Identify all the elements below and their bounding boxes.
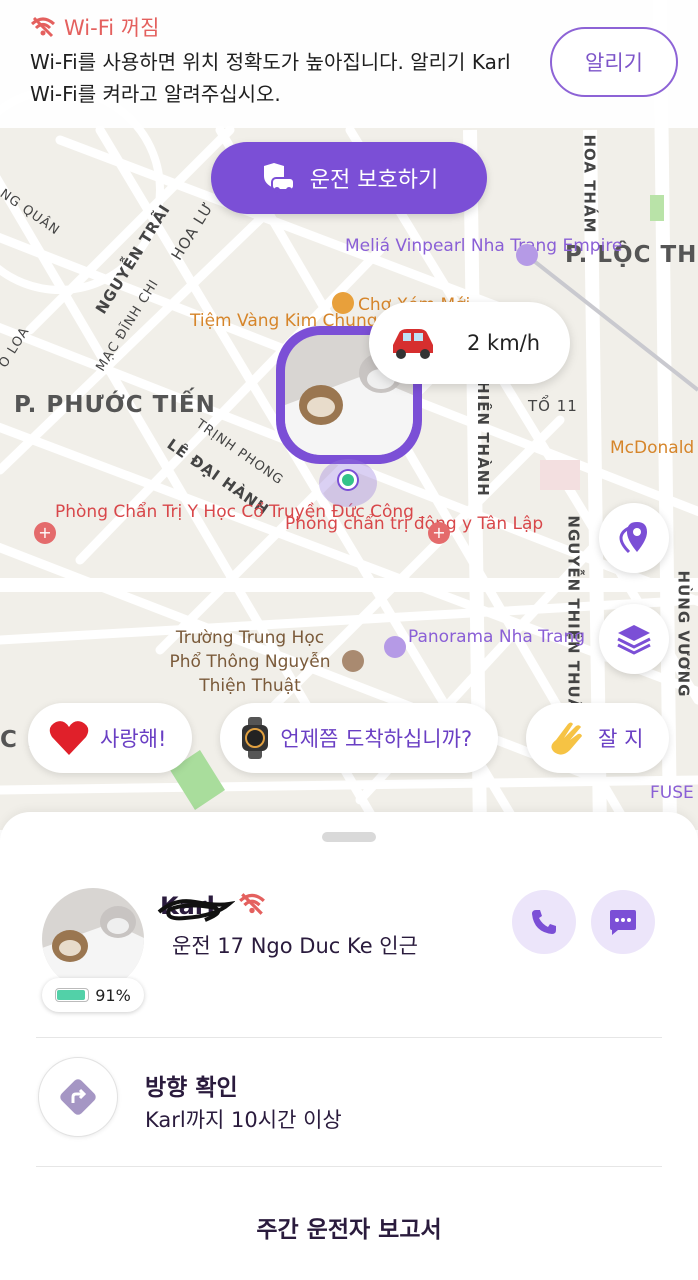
battery-indicator: 91% <box>42 978 144 1012</box>
divider <box>36 1166 662 1167</box>
wifi-off-message: Wi-Fi를 사용하면 위치 정확도가 높아집니다. 알리기 Karl Wi-F… <box>30 50 511 106</box>
hotel-icon <box>384 636 406 658</box>
wifi-off-icon <box>30 16 56 38</box>
wifi-off-label: Wi-Fi 꺼짐 <box>64 16 160 40</box>
wifi-off-banner: Wi-Fi 꺼짐 Wi-Fi를 사용하면 위치 정확도가 높아집니다. 알리기 … <box>0 0 698 128</box>
places-pin-icon <box>619 522 647 554</box>
directions-title[interactable]: 방향 확인 <box>145 1068 238 1102</box>
waving-hand-icon <box>551 722 583 755</box>
poi-phong-chan-tri-dong-y[interactable]: Phòng chẩn trị đông y Tân Lập <box>285 512 543 536</box>
heart-icon <box>49 721 89 755</box>
divider <box>36 1037 662 1038</box>
chip-wave[interactable]: 잘 지 <box>526 703 670 773</box>
school-icon <box>342 650 364 672</box>
chip-label: 언제쯤 도착하십니까? <box>280 727 473 751</box>
car-icon <box>393 329 433 359</box>
map-street-label: HOA THÁM <box>580 134 599 234</box>
call-button[interactable] <box>512 890 576 954</box>
chip-label: 사랑해! <box>100 727 167 751</box>
chip-eta[interactable]: 언제쯤 도착하십니까? <box>220 703 499 773</box>
map-layers-button[interactable] <box>599 604 669 674</box>
map-street-label: HÙNG VƯƠNG <box>674 570 693 698</box>
map-street-label: NGUYỄN THIỆN THUẬT <box>564 515 583 723</box>
sheet-drag-handle[interactable] <box>322 832 376 842</box>
medical-icon: + <box>34 522 56 544</box>
speed-bubble: 2 km/h <box>369 302 570 384</box>
watch-icon <box>242 717 269 759</box>
drive-protect-button[interactable]: 운전 보호하기 <box>211 142 487 214</box>
map-street-label: HIÊN THÀNH <box>473 381 492 497</box>
phone-icon <box>532 910 556 934</box>
speed-value: 2 km/h <box>467 331 541 355</box>
message-button[interactable] <box>591 890 655 954</box>
poi-panorama[interactable]: Panorama Nha Trang <box>408 626 585 648</box>
wifi-off-icon <box>239 893 265 915</box>
places-button[interactable] <box>599 503 669 573</box>
chip-label: 잘 지 <box>598 727 644 751</box>
directions-subtitle: Karl까지 10시간 이상 <box>145 1108 342 1132</box>
notify-button[interactable]: 알리기 <box>550 27 678 97</box>
directions-icon-button[interactable] <box>38 1057 118 1137</box>
battery-icon <box>55 988 90 1002</box>
layers-icon <box>617 625 651 655</box>
member-avatar[interactable] <box>42 888 144 990</box>
poi-phong-chan-tri[interactable]: Phòng Chẩn Trị Y Học Cổ Truyền Đức Công <box>55 500 414 524</box>
weekly-driver-report-link[interactable]: 주간 운전자 보고서 <box>0 1210 698 1244</box>
chat-bubble-icon <box>610 910 636 935</box>
map-district-label: P. PHƯỚC TIẾN <box>14 392 216 418</box>
battery-text: 91% <box>95 985 131 1005</box>
name-redaction-scribble <box>157 899 235 922</box>
poi-melia[interactable]: Meliá Vinpearl Nha Trang Empire <box>345 235 622 257</box>
directions-icon <box>60 1079 96 1115</box>
member-bottom-sheet[interactable]: 91% Karl 운전 17 Ngo Duc Ke 인근 방향 확인 Karl까… <box>0 812 698 1280</box>
poi-tiem-vang[interactable]: Tiệm Vàng Kim Chung <box>190 310 378 332</box>
hotel-icon <box>516 244 538 266</box>
map-street-label: TỔ 11 <box>528 397 578 415</box>
chip-love[interactable]: 사랑해! <box>28 703 193 773</box>
car-shield-icon <box>263 163 295 193</box>
member-status: 운전 17 Ngo Duc Ke 인근 <box>172 934 418 958</box>
poi-fuse[interactable]: FUSE <box>650 782 694 804</box>
poi-truong[interactable]: Trường Trung Học Phổ Thông Nguyễn Thiện … <box>160 626 340 698</box>
medical-icon: + <box>428 522 450 544</box>
drive-protect-label: 운전 보호하기 <box>309 168 439 193</box>
quick-message-chips: 사랑해! 언제쯤 도착하십니까? 잘 지 <box>28 703 670 773</box>
location-dot <box>339 471 357 489</box>
poi-mcdonalds[interactable]: McDonald <box>610 437 694 459</box>
